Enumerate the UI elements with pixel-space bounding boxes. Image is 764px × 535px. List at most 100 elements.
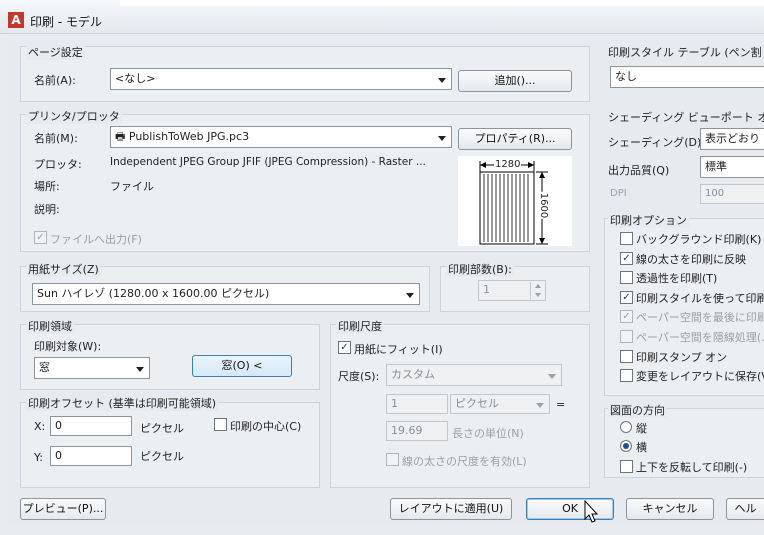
add-page-setup-button[interactable]: 追加()... xyxy=(458,70,572,92)
window-pick-button[interactable]: 窓(O) < xyxy=(192,355,292,377)
printer-group-label: プリンタ/プロッタ xyxy=(26,108,122,124)
page-setup-name-value: <なし> xyxy=(115,72,156,85)
plot-offset-label: 印刷オフセット (基準は印刷可能領域) xyxy=(26,395,219,411)
what-to-plot-combo[interactable]: 窓 xyxy=(34,357,150,379)
landscape-radio[interactable] xyxy=(620,440,632,452)
shade-plot-combo[interactable]: 表示どおり xyxy=(700,128,764,150)
plot-option-checkbox[interactable] xyxy=(620,232,633,245)
scale-value: カスタム xyxy=(391,368,435,381)
scale-lineweights-checkbox[interactable] xyxy=(386,453,399,466)
plot-scale-label: 印刷尺度 xyxy=(336,318,384,334)
drawing-units-label: 長さの単位(N) xyxy=(452,427,524,440)
scale-combo[interactable]: カスタム xyxy=(386,364,562,386)
plot-option-checkbox[interactable] xyxy=(620,330,633,343)
plot-option-checkbox[interactable]: ✓ xyxy=(620,291,633,304)
dpi-label: DPI xyxy=(610,188,627,199)
upside-down-checkbox[interactable] xyxy=(620,460,633,473)
plot-to-file-checkbox[interactable]: ✓ xyxy=(34,231,47,244)
spin-down-icon[interactable] xyxy=(530,291,544,300)
plot-style-table-label: 印刷スタイル テーブル (ペン割り当 xyxy=(608,46,764,59)
plot-option-checkbox[interactable]: ✓ xyxy=(620,252,633,265)
scale-lineweights-label: 線の太さの尺度を有効(L) xyxy=(402,455,527,468)
paper-size-value: Sun ハイレゾ (1280.00 x 1600.00 ピクセル) xyxy=(37,287,270,300)
plot-option-label: ペーパー空間を隠線処理(. xyxy=(636,331,764,344)
plot-option-label: 線の太さを印刷に反映 xyxy=(636,253,746,266)
page-setup-name-combo[interactable]: <なし> xyxy=(110,68,452,90)
where-label: 場所: xyxy=(34,180,60,193)
background-strip xyxy=(120,0,764,6)
printer-properties-button[interactable]: プロパティ(R)... xyxy=(458,128,572,150)
copies-label: 印刷部数(B): xyxy=(446,261,514,277)
dpi-input[interactable]: 100 xyxy=(700,184,764,204)
plot-option-label: 変更をレイアウトに保存(V) xyxy=(636,370,764,383)
what-to-plot-value: 窓 xyxy=(39,361,50,374)
center-plot-checkbox[interactable] xyxy=(214,418,227,431)
printer-name-value: PublishToWeb JPG.pc3 xyxy=(128,130,250,143)
units-unit-value: ピクセル xyxy=(455,397,499,410)
plot-style-table-combo[interactable]: なし xyxy=(610,66,764,88)
apply-to-layout-button[interactable]: レイアウトに適用(U) xyxy=(390,498,512,520)
shaded-viewport-label: シェーディング ビューポート オプショ xyxy=(608,111,764,124)
plot-area-label: 印刷領域 xyxy=(26,318,74,334)
where-value: ファイル xyxy=(110,180,154,193)
plot-option-checkbox[interactable] xyxy=(620,369,633,382)
chevron-down-icon xyxy=(536,403,544,408)
help-button[interactable]: ヘル xyxy=(726,498,764,520)
preview-button[interactable]: プレビュー(P)... xyxy=(20,498,106,520)
copies-spinner[interactable]: 1 xyxy=(478,280,546,301)
plot-option-label: 印刷スタンプ オン xyxy=(636,351,728,364)
description-label: 説明: xyxy=(34,203,60,216)
offset-x-input[interactable]: 0 xyxy=(50,416,132,436)
plot-option-checkbox[interactable]: ✓ xyxy=(620,310,633,323)
printer-icon: 🖶 xyxy=(115,130,129,143)
drawing-units-input[interactable]: 19.69 xyxy=(386,421,448,441)
offset-y-label: Y: xyxy=(34,451,43,464)
autocad-logo-icon: A xyxy=(8,12,24,28)
equals-sign: = xyxy=(556,398,566,411)
plot-offset-group xyxy=(20,402,320,488)
units-input[interactable]: 1 xyxy=(386,394,448,414)
chevron-down-icon xyxy=(548,374,556,379)
offset-y-input[interactable]: 0 xyxy=(50,446,132,466)
landscape-label: 横 xyxy=(636,441,647,454)
offset-y-unit: ピクセル xyxy=(140,450,184,463)
units-combo[interactable]: ピクセル xyxy=(450,394,550,414)
plot-option-checkbox[interactable] xyxy=(620,271,633,284)
shade-plot-label: シェーディング(D) xyxy=(608,136,702,149)
portrait-label: 縦 xyxy=(636,422,647,435)
plot-to-file-label: ファイルへ出力(F) xyxy=(50,233,142,246)
printer-name-combo[interactable]: 🖶 PublishToWeb JPG.pc3 xyxy=(110,126,452,148)
plot-option-checkbox[interactable] xyxy=(620,350,633,363)
plot-option-label: 透過性を印刷(T) xyxy=(636,272,718,285)
plot-option-label: ペーパー空間を最後に印刷 xyxy=(636,311,764,324)
quality-label: 出力品質(Q) xyxy=(608,164,670,177)
spin-up-icon[interactable] xyxy=(530,282,544,291)
preview-height-label: 1600 xyxy=(538,191,550,220)
plot-option-label: 印刷スタイルを使って印刷(E xyxy=(636,292,764,305)
what-to-plot-label: 印刷対象(W): xyxy=(34,340,102,353)
mouse-cursor-icon xyxy=(584,500,599,523)
offset-x-label: X: xyxy=(34,420,46,433)
window-title: 印刷 - モデル xyxy=(30,15,102,29)
cancel-button[interactable]: キャンセル xyxy=(626,498,714,520)
scale-label: 尺度(S): xyxy=(338,370,380,383)
fit-to-paper-checkbox[interactable]: ✓ xyxy=(338,341,351,354)
fit-to-paper-label: 用紙にフィット(I) xyxy=(354,343,443,356)
copies-value: 1 xyxy=(483,283,490,296)
ok-button[interactable]: OK xyxy=(526,498,614,520)
center-plot-label: 印刷の中心(C) xyxy=(230,420,302,433)
offset-x-unit: ピクセル xyxy=(140,422,184,435)
page-setup-name-label: 名前(A): xyxy=(34,74,76,87)
preview-width-label: 1280 xyxy=(494,159,522,170)
plotter-value: Independent JPEG Group JFIF (JPEG Compre… xyxy=(110,156,426,168)
printer-name-label: 名前(M): xyxy=(34,132,78,145)
paper-preview: 1280 1600 xyxy=(458,156,572,246)
quality-combo[interactable]: 標準 xyxy=(700,156,764,178)
chevron-down-icon xyxy=(406,293,414,298)
orientation-label: 図面の方向 xyxy=(608,402,667,418)
chevron-down-icon xyxy=(438,136,446,141)
page-setup-label: ページ設定 xyxy=(26,44,85,60)
chevron-down-icon xyxy=(438,78,446,83)
portrait-radio[interactable] xyxy=(620,421,632,433)
paper-size-combo[interactable]: Sun ハイレゾ (1280.00 x 1600.00 ピクセル) xyxy=(32,283,420,305)
